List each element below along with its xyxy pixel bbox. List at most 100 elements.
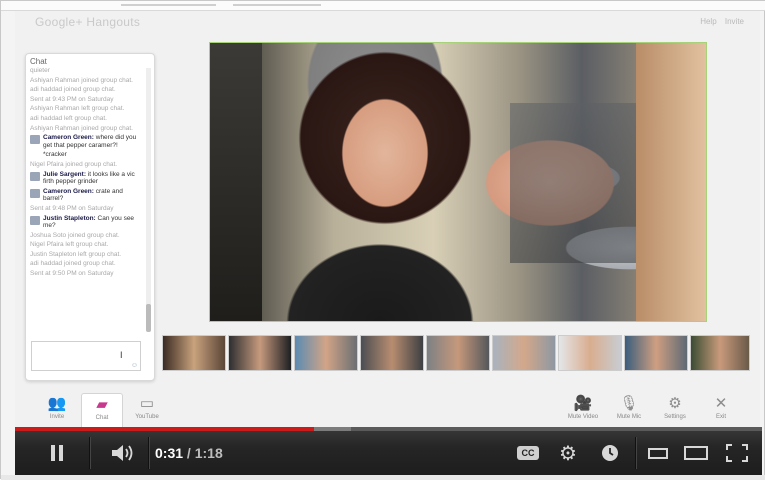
close-icon: ✕ xyxy=(714,395,728,412)
system-message: Joshua Soto joined group chat. xyxy=(30,231,120,239)
help-link[interactable]: Help xyxy=(700,17,716,26)
youtube-button[interactable]: ▭ YouTube xyxy=(127,393,167,427)
time-separator: / xyxy=(183,445,195,461)
gear-icon: ⚙ xyxy=(668,395,682,412)
chat-author: Cameron Green: xyxy=(43,134,94,142)
chat-scrollbar[interactable] xyxy=(146,68,151,330)
chat-messages: quieter Ashiyan Rahman joined group chat.… xyxy=(30,67,142,335)
video-background-cabinet xyxy=(636,43,706,321)
participant-thumbnail[interactable] xyxy=(492,335,556,371)
hangout-logo: Google+ Hangouts xyxy=(35,15,141,29)
avatar xyxy=(30,171,40,181)
main-video-feed[interactable] xyxy=(209,42,707,322)
pause-button[interactable] xyxy=(37,431,77,475)
exit-label: Exit xyxy=(715,414,726,420)
chat-author: Cameron Green: xyxy=(43,187,94,195)
chat-message: Julie Sargent: it looks like a vic firth… xyxy=(30,171,142,186)
small-player-icon xyxy=(648,448,668,459)
chat-title: Chat xyxy=(30,57,47,66)
emoji-icon[interactable]: ☺ xyxy=(131,362,138,369)
top-links: Help Invite xyxy=(694,17,744,26)
top-strip xyxy=(1,1,765,11)
invite-label: Invite xyxy=(49,414,65,420)
text-cursor: I xyxy=(120,350,123,360)
divider xyxy=(635,437,637,469)
speaker-icon xyxy=(112,445,133,461)
exit-button[interactable]: ✕ Exit xyxy=(701,393,741,427)
chat-scroll-thumb[interactable] xyxy=(146,304,151,332)
system-message: Ashiyan Rahman joined group chat. xyxy=(30,76,133,84)
fullscreen-icon xyxy=(726,444,748,462)
participant-thumbnails xyxy=(162,335,752,373)
chat-author: Justin Stapleton: xyxy=(43,214,96,222)
avatar xyxy=(30,188,40,198)
chat-message: Cameron Green: where did you get that pe… xyxy=(30,134,142,149)
total-time: 1:18 xyxy=(194,445,223,461)
system-message: Sent at 9:43 PM on Saturday xyxy=(30,95,114,103)
video-player-controls: 0:31 / 1:18 CC ⚙ xyxy=(15,427,762,475)
participant-thumbnail[interactable] xyxy=(228,335,292,371)
settings-button[interactable]: ⚙ Settings xyxy=(655,393,695,427)
mute-mic-label: Mute Mic xyxy=(616,414,642,420)
invite-link[interactable]: Invite xyxy=(725,17,744,26)
invite-button[interactable]: 👥 Invite xyxy=(37,393,77,427)
chat-panel: Chat quieter Ashiyan Rahman joined group … xyxy=(25,53,155,381)
youtube-icon: ▭ xyxy=(139,395,155,412)
captions-button[interactable]: CC xyxy=(511,431,545,475)
avatar xyxy=(30,135,40,145)
hangout-window: Google+ Hangouts Help Invite Chat quiete… xyxy=(15,11,760,428)
participant-thumbnail[interactable] xyxy=(360,335,424,371)
fullscreen-button[interactable] xyxy=(719,431,755,475)
chat-input[interactable]: I ☺ xyxy=(31,341,141,371)
participant-thumbnail[interactable] xyxy=(162,335,226,371)
time-display: 0:31 / 1:18 xyxy=(155,431,235,475)
system-message: Sent at 9:50 PM on Saturday xyxy=(30,270,114,278)
bottom-strip xyxy=(1,475,765,480)
pause-icon xyxy=(51,445,63,461)
system-message: Nigel Pfaira joined group chat. xyxy=(30,160,118,168)
divider xyxy=(89,437,91,469)
mute-mic-button[interactable]: 🎙 Mute Mic xyxy=(609,393,649,427)
watch-later-button[interactable] xyxy=(593,431,627,475)
participant-thumbnail[interactable] xyxy=(294,335,358,371)
chat-message: *cracker xyxy=(43,151,67,159)
people-icon: 👥 xyxy=(47,395,67,412)
system-message: quieter xyxy=(30,67,50,74)
video-background-fridge xyxy=(210,43,262,321)
mic-icon: 🎙 xyxy=(619,395,639,412)
participant-thumbnail[interactable] xyxy=(558,335,622,371)
system-message: adi haddad joined group chat. xyxy=(30,86,116,94)
camera-icon: 🎥 xyxy=(573,395,593,412)
participant-thumbnail[interactable] xyxy=(624,335,688,371)
chat-message: Cameron Green: crate and barrel? xyxy=(30,188,142,203)
hangout-toolbar: 👥 Invite ▰ Chat ▭ YouTube 🎥 Mute Video 🎙… xyxy=(15,391,760,428)
clock-icon xyxy=(602,445,618,461)
chat-button[interactable]: ▰ Chat xyxy=(81,393,123,428)
system-message: adi haddad left group chat. xyxy=(30,114,107,122)
divider xyxy=(148,437,150,469)
system-message: adi haddad joined group chat. xyxy=(30,260,116,268)
gear-icon: ⚙ xyxy=(559,442,577,465)
participant-thumbnail[interactable] xyxy=(426,335,490,371)
volume-button[interactable] xyxy=(101,431,145,475)
small-player-button[interactable] xyxy=(641,431,675,475)
system-message: Justin Stapleton left group chat. xyxy=(30,250,122,258)
participant-thumbnail[interactable] xyxy=(690,335,750,371)
system-message: Ashiyan Rahman left group chat. xyxy=(30,105,125,113)
video-background-stove xyxy=(510,103,640,263)
large-player-icon xyxy=(684,446,708,460)
cc-icon: CC xyxy=(517,446,539,460)
settings-button-player[interactable]: ⚙ xyxy=(551,431,585,475)
mute-video-button[interactable]: 🎥 Mute Video xyxy=(563,393,603,427)
chat-author: Julie Sargent: xyxy=(43,170,86,178)
system-message: Ashiyan Rahman joined group chat. xyxy=(30,124,133,132)
current-time: 0:31 xyxy=(155,445,184,461)
avatar xyxy=(30,215,40,225)
mute-video-label: Mute Video xyxy=(567,414,599,420)
video-frame: Google+ Hangouts Help Invite Chat quiete… xyxy=(0,0,765,480)
chat-icon: ▰ xyxy=(96,396,108,413)
large-player-button[interactable] xyxy=(679,431,713,475)
system-message: Nigel Pfaira left group chat. xyxy=(30,241,109,249)
chat-message: Justin Stapleton: Can you see me? xyxy=(30,215,142,230)
settings-label: Settings xyxy=(664,414,686,420)
